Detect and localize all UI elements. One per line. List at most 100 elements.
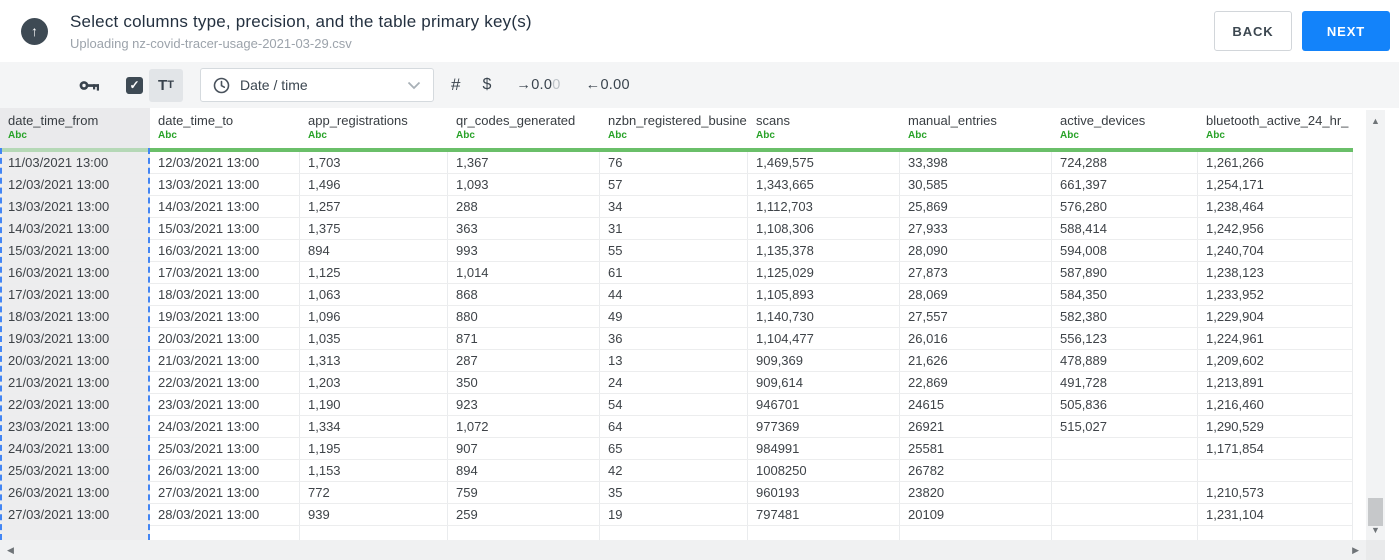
cell-active_devices[interactable]: 582,380	[1052, 306, 1198, 327]
cell-app_registrations[interactable]: 1,313	[300, 350, 448, 371]
cell-date_time_from[interactable]: 27/03/2021 13:00	[0, 504, 150, 525]
cell-manual_entries[interactable]: 28,069	[900, 284, 1052, 305]
cell-scans[interactable]: 1,469,575	[748, 152, 900, 173]
column-header-app_registrations[interactable]: app_registrations Abc	[300, 108, 448, 152]
cell-date_time_from[interactable]: 11/03/2021 13:00	[0, 152, 150, 173]
cell-nzbn_registered_busine[interactable]: 13	[600, 350, 748, 371]
cell-manual_entries[interactable]: 27,933	[900, 218, 1052, 239]
cell-app_registrations[interactable]	[300, 526, 448, 540]
number-type-button[interactable]: #	[451, 75, 460, 95]
cell-app_registrations[interactable]: 1,703	[300, 152, 448, 173]
cell-app_registrations[interactable]: 1,096	[300, 306, 448, 327]
cell-date_time_from[interactable]: 13/03/2021 13:00	[0, 196, 150, 217]
cell-date_time_from[interactable]: 25/03/2021 13:00	[0, 460, 150, 481]
column-header-bluetooth_active_24_hr_[interactable]: bluetooth_active_24_hr_ Abc	[1198, 108, 1353, 152]
cell-bluetooth_active_24_hr_[interactable]: 1,213,891	[1198, 372, 1353, 393]
cell-scans[interactable]	[748, 526, 900, 540]
cell-bluetooth_active_24_hr_[interactable]: 1,240,704	[1198, 240, 1353, 261]
cell-qr_codes_generated[interactable]: 259	[448, 504, 600, 525]
cell-bluetooth_active_24_hr_[interactable]: 1,290,529	[1198, 416, 1353, 437]
cell-qr_codes_generated[interactable]: 287	[448, 350, 600, 371]
cell-active_devices[interactable]: 724,288	[1052, 152, 1198, 173]
cell-active_devices[interactable]	[1052, 504, 1198, 525]
cell-app_registrations[interactable]: 1,375	[300, 218, 448, 239]
cell-manual_entries[interactable]: 25581	[900, 438, 1052, 459]
column-type-dropdown[interactable]: Date / time	[200, 68, 434, 102]
cell-nzbn_registered_busine[interactable]: 55	[600, 240, 748, 261]
cell-manual_entries[interactable]: 22,869	[900, 372, 1052, 393]
cell-scans[interactable]: 984991	[748, 438, 900, 459]
cell-nzbn_registered_busine[interactable]: 57	[600, 174, 748, 195]
cell-manual_entries[interactable]: 28,090	[900, 240, 1052, 261]
cell-qr_codes_generated[interactable]: 288	[448, 196, 600, 217]
cell-app_registrations[interactable]: 894	[300, 240, 448, 261]
back-button[interactable]: BACK	[1214, 11, 1292, 51]
cell-app_registrations[interactable]: 1,257	[300, 196, 448, 217]
cell-date_time_from[interactable]: 19/03/2021 13:00	[0, 328, 150, 349]
decimal-shift-right-button[interactable]: →0.00	[516, 77, 560, 93]
cell-date_time_to[interactable]: 25/03/2021 13:00	[150, 438, 300, 459]
cell-active_devices[interactable]	[1052, 460, 1198, 481]
cell-bluetooth_active_24_hr_[interactable]: 1,231,104	[1198, 504, 1353, 525]
cell-manual_entries[interactable]: 24615	[900, 394, 1052, 415]
cell-active_devices[interactable]	[1052, 482, 1198, 503]
cell-date_time_from[interactable]: 21/03/2021 13:00	[0, 372, 150, 393]
cell-bluetooth_active_24_hr_[interactable]: 1,242,956	[1198, 218, 1353, 239]
cell-active_devices[interactable]: 584,350	[1052, 284, 1198, 305]
scroll-down-icon[interactable]: ▼	[1371, 526, 1380, 535]
cell-date_time_to[interactable]: 28/03/2021 13:00	[150, 504, 300, 525]
cell-date_time_to[interactable]: 21/03/2021 13:00	[150, 350, 300, 371]
cell-scans[interactable]: 1,104,477	[748, 328, 900, 349]
cell-qr_codes_generated[interactable]: 1,014	[448, 262, 600, 283]
cell-qr_codes_generated[interactable]: 871	[448, 328, 600, 349]
cell-manual_entries[interactable]: 27,557	[900, 306, 1052, 327]
next-button[interactable]: NEXT	[1302, 11, 1390, 51]
cell-active_devices[interactable]: 478,889	[1052, 350, 1198, 371]
cell-bluetooth_active_24_hr_[interactable]: 1,171,854	[1198, 438, 1353, 459]
cell-nzbn_registered_busine[interactable]: 64	[600, 416, 748, 437]
cell-date_time_to[interactable]: 24/03/2021 13:00	[150, 416, 300, 437]
cell-date_time_to[interactable]: 23/03/2021 13:00	[150, 394, 300, 415]
cell-bluetooth_active_24_hr_[interactable]: 1,238,123	[1198, 262, 1353, 283]
cell-bluetooth_active_24_hr_[interactable]: 1,233,952	[1198, 284, 1353, 305]
cell-scans[interactable]: 1,112,703	[748, 196, 900, 217]
cell-qr_codes_generated[interactable]: 363	[448, 218, 600, 239]
cell-qr_codes_generated[interactable]: 894	[448, 460, 600, 481]
cell-date_time_to[interactable]: 16/03/2021 13:00	[150, 240, 300, 261]
scroll-left-icon[interactable]: ◀	[7, 546, 14, 555]
cell-scans[interactable]: 909,369	[748, 350, 900, 371]
decimal-shift-left-button[interactable]: ←0.00	[586, 77, 630, 93]
cell-qr_codes_generated[interactable]: 993	[448, 240, 600, 261]
cell-date_time_to[interactable]: 20/03/2021 13:00	[150, 328, 300, 349]
cell-active_devices[interactable]: 505,836	[1052, 394, 1198, 415]
cell-qr_codes_generated[interactable]: 923	[448, 394, 600, 415]
cell-bluetooth_active_24_hr_[interactable]: 1,238,464	[1198, 196, 1353, 217]
vertical-scrollbar[interactable]: ▲ ▼	[1366, 110, 1385, 540]
cell-date_time_to[interactable]: 17/03/2021 13:00	[150, 262, 300, 283]
cell-scans[interactable]: 909,614	[748, 372, 900, 393]
cell-nzbn_registered_busine[interactable]: 76	[600, 152, 748, 173]
cell-active_devices[interactable]: 588,414	[1052, 218, 1198, 239]
cell-app_registrations[interactable]: 772	[300, 482, 448, 503]
cell-date_time_to[interactable]: 14/03/2021 13:00	[150, 196, 300, 217]
cell-scans[interactable]: 977369	[748, 416, 900, 437]
cell-nzbn_registered_busine[interactable]: 54	[600, 394, 748, 415]
cell-date_time_to[interactable]: 19/03/2021 13:00	[150, 306, 300, 327]
cell-app_registrations[interactable]: 939	[300, 504, 448, 525]
cell-app_registrations[interactable]: 1,153	[300, 460, 448, 481]
cell-nzbn_registered_busine[interactable]	[600, 526, 748, 540]
cell-date_time_to[interactable]: 27/03/2021 13:00	[150, 482, 300, 503]
cell-date_time_from[interactable]: 15/03/2021 13:00	[0, 240, 150, 261]
cell-nzbn_registered_busine[interactable]: 34	[600, 196, 748, 217]
cell-bluetooth_active_24_hr_[interactable]: 1,261,266	[1198, 152, 1353, 173]
cell-app_registrations[interactable]: 1,334	[300, 416, 448, 437]
cell-scans[interactable]: 1,105,893	[748, 284, 900, 305]
cell-nzbn_registered_busine[interactable]: 49	[600, 306, 748, 327]
cell-date_time_to[interactable]: 12/03/2021 13:00	[150, 152, 300, 173]
cell-qr_codes_generated[interactable]: 759	[448, 482, 600, 503]
cell-qr_codes_generated[interactable]: 1,072	[448, 416, 600, 437]
horizontal-scrollbar[interactable]: ◀ ▶	[0, 540, 1366, 560]
cell-date_time_from[interactable]: 18/03/2021 13:00	[0, 306, 150, 327]
cell-active_devices[interactable]: 576,280	[1052, 196, 1198, 217]
cell-bluetooth_active_24_hr_[interactable]: 1,210,573	[1198, 482, 1353, 503]
